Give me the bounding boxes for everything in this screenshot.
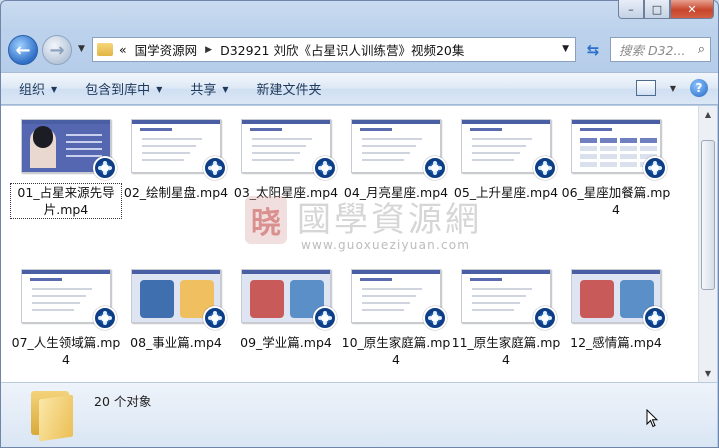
search-input[interactable]: 搜索 D32... ⌕ [610, 37, 711, 62]
video-reel-icon [643, 306, 667, 330]
share-menu[interactable]: 共享 ▼ [190, 79, 228, 98]
chevron-down-icon: ▼ [51, 85, 58, 94]
breadcrumb-item-guoxue[interactable]: 国学资源网 [135, 40, 198, 59]
video-reel-icon [533, 156, 557, 180]
file-name-label[interactable]: 09_学业篇.mp4 [231, 334, 341, 351]
video-reel-icon [313, 156, 337, 180]
address-bar[interactable]: « 国学资源网 ▶ D32921 刘欣《占星识人训练营》视频20集 ▼ [92, 37, 576, 62]
file-item[interactable]: 03_太阳星座.mp4 [231, 112, 341, 220]
forward-button[interactable]: → [42, 35, 72, 65]
file-name-label[interactable]: 02_绘制星盘.mp4 [121, 184, 231, 201]
back-button[interactable]: ← [8, 35, 38, 65]
vertical-scrollbar[interactable]: ▲ ▼ [698, 106, 717, 382]
search-icon[interactable]: ⌕ [698, 42, 705, 57]
file-name-label[interactable]: 03_太阳星座.mp4 [231, 184, 341, 201]
help-icon[interactable]: ? [690, 79, 708, 97]
item-count: 20 个对象 [94, 394, 152, 409]
file-item[interactable]: 11_原生家庭篇.mp4 [451, 262, 561, 370]
video-reel-icon [533, 306, 557, 330]
file-name-label[interactable]: 05_上升星座.mp4 [451, 184, 561, 201]
video-reel-icon [423, 306, 447, 330]
scrollbar-thumb[interactable] [701, 140, 715, 290]
file-item[interactable]: 12_感情篇.mp4 [561, 262, 671, 370]
video-reel-icon [313, 306, 337, 330]
scroll-up-arrow-icon[interactable]: ▲ [699, 106, 717, 123]
change-view-icon[interactable] [635, 80, 656, 96]
file-name-label[interactable]: 07_人生领域篇.mp4 [11, 334, 121, 368]
file-item[interactable]: 04_月亮星座.mp4 [341, 112, 451, 220]
chevron-down-icon: ▼ [222, 85, 229, 94]
file-name-label[interactable]: 10_原生家庭篇.mp4 [341, 334, 451, 368]
mouse-cursor-icon [646, 409, 658, 428]
video-reel-icon [93, 306, 117, 330]
details-pane: 20 个对象 [1, 382, 717, 447]
folder-icon [29, 389, 75, 442]
file-item[interactable]: 05_上升星座.mp4 [451, 112, 561, 220]
file-name-label[interactable]: 01_占星来源先导片.mp4 [10, 183, 122, 219]
organize-menu[interactable]: 组织 ▼ [19, 79, 57, 98]
command-bar: 组织 ▼ 包含到库中 ▼ 共享 ▼ 新建文件夹 ▼ ? [1, 72, 718, 105]
maximize-button[interactable]: □ [644, 0, 670, 19]
file-name-label[interactable]: 04_月亮星座.mp4 [341, 184, 451, 201]
refresh-icon: ⇆ [586, 40, 600, 59]
file-item[interactable]: 06_星座加餐篇.mp4 [561, 112, 671, 220]
breadcrumb-overflow[interactable]: « [119, 42, 127, 57]
chevron-down-icon[interactable]: ▼ [562, 44, 569, 54]
folder-icon [97, 43, 113, 56]
include-in-library-menu[interactable]: 包含到库中 ▼ [85, 79, 162, 98]
video-reel-icon [643, 156, 667, 180]
watermark-url: www.guoxueziyuan.com [301, 238, 471, 252]
video-reel-icon [93, 156, 117, 180]
chevron-down-icon: ▼ [156, 85, 163, 94]
file-item[interactable]: 10_原生家庭篇.mp4 [341, 262, 451, 370]
recent-pages-dropdown[interactable]: ▼ [78, 44, 85, 54]
file-name-label[interactable]: 12_感情篇.mp4 [561, 334, 671, 351]
navigation-bar: ← → ▼ « 国学资源网 ▶ D32921 刘欣《占星识人训练营》视频20集 … [8, 33, 711, 67]
file-name-label[interactable]: 08_事业篇.mp4 [121, 334, 231, 351]
search-placeholder: 搜索 D32... [619, 43, 686, 58]
file-item[interactable]: 08_事业篇.mp4 [121, 262, 231, 370]
file-item[interactable]: 07_人生领域篇.mp4 [11, 262, 121, 370]
refresh-button[interactable]: ⇆ [580, 37, 606, 62]
file-item[interactable]: 09_学业篇.mp4 [231, 262, 341, 370]
scroll-down-arrow-icon[interactable]: ▼ [699, 365, 717, 382]
arrow-left-icon: ← [15, 39, 31, 61]
file-list-view[interactable]: 01_占星来源先导片.mp4 02_绘制星盘.mp4 03_太阳星座.mp4 04_月… [1, 106, 698, 382]
chevron-right-icon[interactable]: ▶ [205, 45, 212, 55]
file-item[interactable]: 01_占星来源先导片.mp4 [10, 112, 122, 220]
breadcrumb-item-current[interactable]: D32921 刘欣《占星识人训练营》视频20集 [220, 40, 464, 59]
view-options-dropdown[interactable]: ▼ [670, 84, 676, 93]
file-name-label[interactable]: 11_原生家庭篇.mp4 [451, 334, 561, 368]
close-button[interactable]: ✕ [670, 0, 714, 19]
file-item[interactable]: 02_绘制星盘.mp4 [121, 112, 231, 220]
minimize-button[interactable]: – [618, 0, 644, 19]
video-reel-icon [423, 156, 447, 180]
new-folder-button[interactable]: 新建文件夹 [257, 79, 322, 98]
file-name-label[interactable]: 06_星座加餐篇.mp4 [561, 184, 671, 218]
video-reel-icon [203, 156, 227, 180]
video-reel-icon [203, 306, 227, 330]
caption-buttons: – □ ✕ [618, 0, 714, 19]
arrow-right-icon: → [49, 39, 65, 61]
